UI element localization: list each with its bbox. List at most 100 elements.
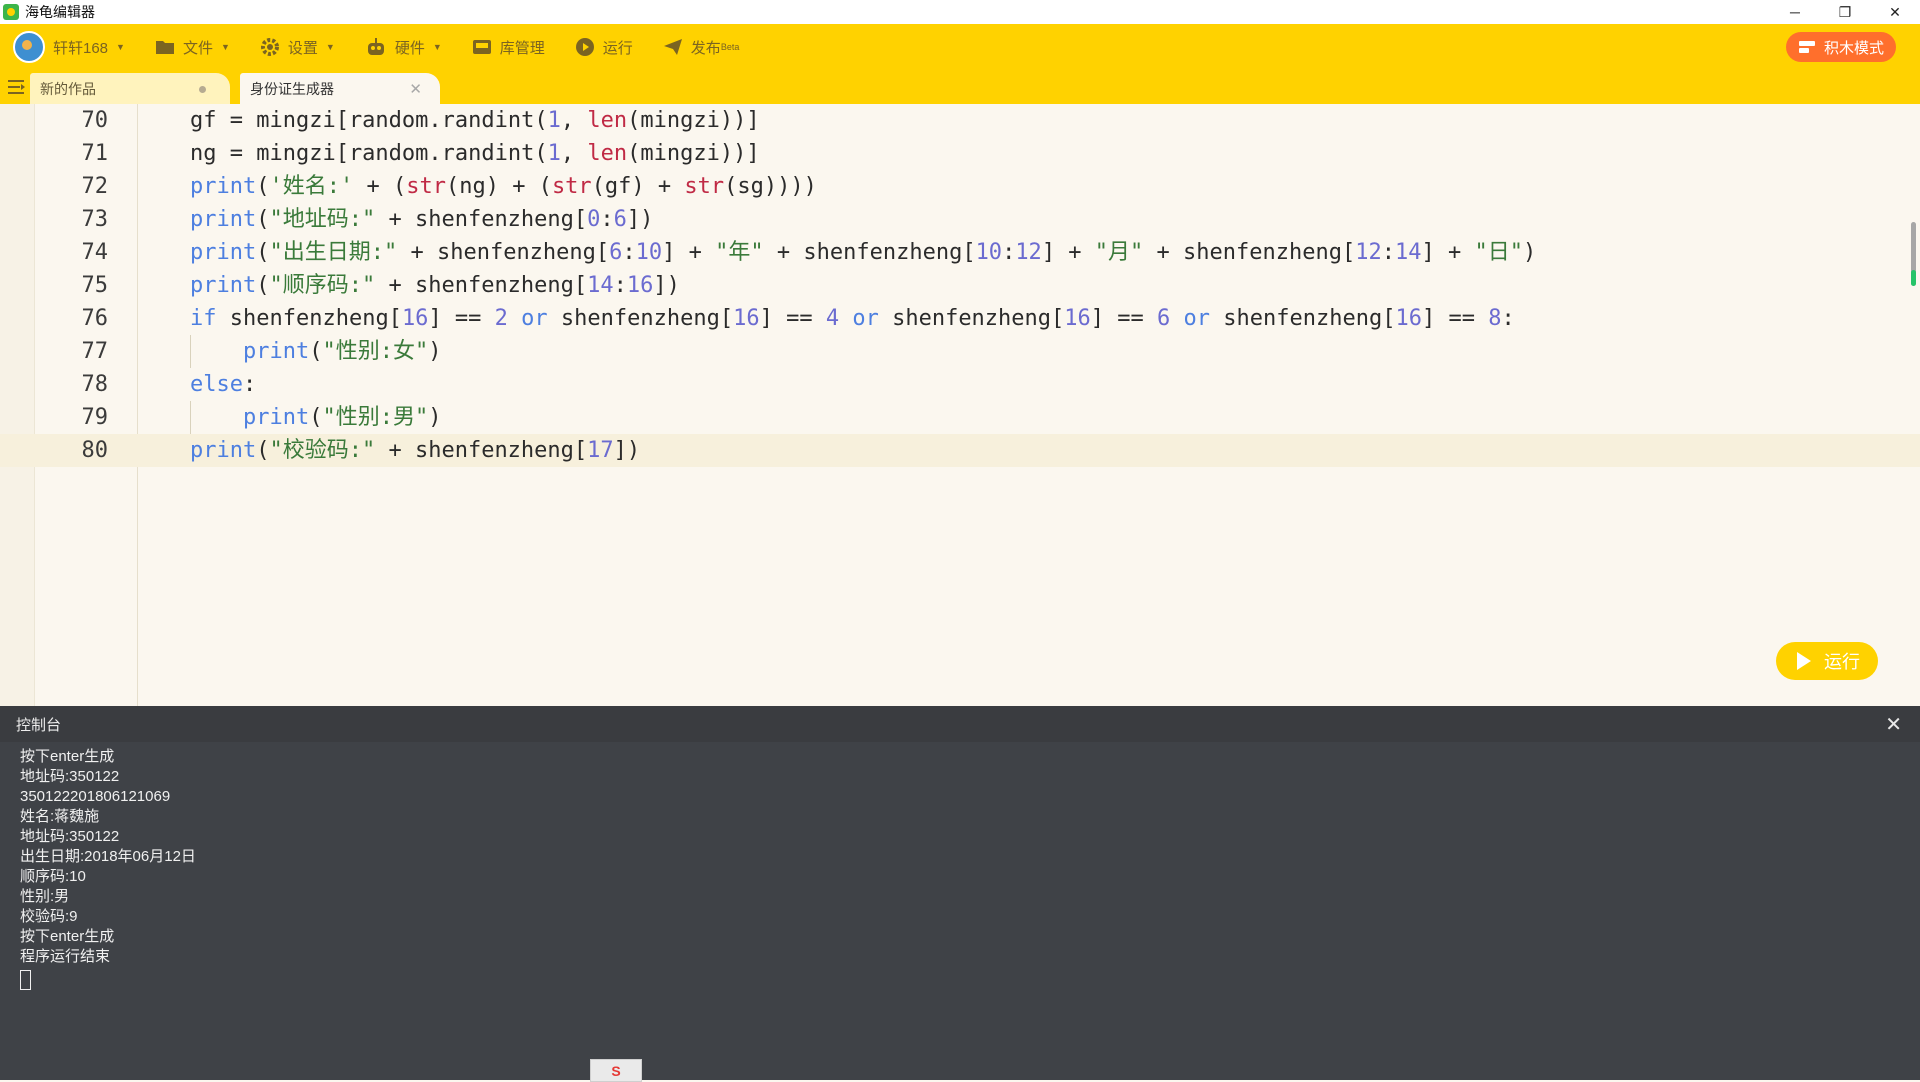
code-text: else:	[190, 372, 257, 397]
console-line: 顺序码:10	[20, 868, 86, 885]
unsaved-dot-icon	[199, 86, 206, 93]
console-line: 地址码:350122	[20, 828, 120, 845]
line-number: 70	[81, 108, 109, 133]
code-line[interactable]: 78 else:	[0, 368, 1920, 401]
line-number: 72	[81, 174, 109, 199]
code-line[interactable]: 76 if shenfenzheng[16] == 2 or shenfenzh…	[0, 302, 1920, 335]
restore-button[interactable]: ❐	[1820, 0, 1870, 24]
play-circle-icon	[575, 38, 594, 56]
console-line: 程序运行结束	[20, 948, 111, 965]
ime-toolbar[interactable]: S	[590, 1059, 642, 1082]
block-mode-label: 积木模式	[1823, 39, 1884, 57]
avatar	[13, 31, 45, 63]
close-icon[interactable]: ✕	[1885, 712, 1902, 737]
ime-label: S	[611, 1062, 621, 1079]
library-button[interactable]: 库管理	[472, 37, 545, 58]
hardware-menu-label: 硬件	[394, 39, 425, 57]
code-line[interactable]: 75 print("顺序码:" + shenfenzheng[14:16])	[0, 269, 1920, 302]
user-menu[interactable]: 轩轩168 ▼	[0, 31, 125, 63]
code-text: print("顺序码:" + shenfenzheng[14:16])	[190, 273, 680, 298]
code-text: print("校验码:" + shenfenzheng[17])	[190, 438, 641, 463]
code-line[interactable]: 79 print("性别:男")	[0, 401, 1920, 434]
hardware-menu[interactable]: 硬件 ▼	[365, 37, 442, 58]
main-toolbar: 轩轩168 ▼ 文件 ▼ 设置 ▼ 硬件 ▼ 库管理 运行 发布 Beta 积木…	[0, 24, 1920, 70]
chevron-down-icon: ▼	[325, 42, 335, 52]
code-text: if shenfenzheng[16] == 2 or shenfenzheng…	[190, 306, 1515, 331]
tab-bar: 新的作品 身份证生成器 ✕	[0, 70, 1920, 104]
code-line-active[interactable]: 80 print("校验码:" + shenfenzheng[17])	[0, 434, 1920, 467]
code-text: print('姓名:' + (str(ng) + (str(gf) + str(…	[190, 174, 817, 199]
line-number: 75	[81, 273, 109, 298]
console-header: 控制台 ✕	[0, 706, 1920, 742]
run-menu-button[interactable]: 运行	[575, 37, 633, 58]
console-lines: 按下enter生成 地址码:350122 350122201806121069 …	[20, 747, 196, 990]
console-line: 按下enter生成	[20, 928, 115, 945]
console-line: 地址码:350122	[20, 768, 120, 785]
line-number: 77	[81, 339, 109, 364]
line-number: 80	[81, 438, 109, 463]
run-button[interactable]: 运行	[1776, 642, 1878, 680]
settings-menu[interactable]: 设置 ▼	[260, 37, 335, 58]
console-input-cursor[interactable]	[20, 970, 31, 990]
minimize-button[interactable]: ─	[1770, 0, 1820, 24]
block-mode-button[interactable]: 积木模式	[1785, 32, 1896, 62]
console-line: 校验码:9	[20, 908, 78, 925]
run-menu-label: 运行	[602, 39, 633, 57]
tab-new-work[interactable]: 新的作品	[30, 73, 230, 104]
folder-icon	[155, 41, 174, 54]
code-text: print("性别:女")	[242, 339, 442, 364]
publish-button[interactable]: 发布 Beta	[663, 37, 740, 58]
line-number: 71	[81, 141, 109, 166]
blocks-icon	[1798, 41, 1815, 53]
console-line: 姓名:蒋魏施	[20, 808, 100, 825]
window-controls: ─ ❐ ✕	[1770, 0, 1920, 24]
gear-icon	[260, 38, 279, 56]
line-number: 79	[81, 405, 109, 430]
tab-label: 新的作品	[40, 80, 96, 97]
console-title: 控制台	[16, 716, 62, 734]
app-logo-icon	[3, 4, 19, 20]
code-line[interactable]: 72 print('姓名:' + (str(ng) + (str(gf) + s…	[0, 170, 1920, 203]
code-text: print("性别:男")	[242, 405, 442, 430]
line-number: 78	[81, 372, 109, 397]
console-line: 出生日期:2018年06月12日	[20, 848, 196, 865]
line-number: 76	[81, 306, 109, 331]
publish-label: 发布	[690, 39, 721, 57]
file-menu-label: 文件	[182, 39, 213, 57]
chevron-down-icon: ▼	[220, 42, 230, 52]
code-line[interactable]: 74 print("出生日期:" + shenfenzheng[6:10] + …	[0, 236, 1920, 269]
code-line[interactable]: 70 gf = mingzi[random.randint(1, len(min…	[0, 104, 1920, 137]
close-icon[interactable]: ✕	[409, 80, 422, 98]
console-line: 性别:男	[20, 888, 70, 905]
line-number: 73	[81, 207, 109, 232]
run-button-label: 运行	[1824, 652, 1860, 672]
library-icon	[472, 40, 491, 54]
code-line[interactable]: 73 print("地址码:" + shenfenzheng[0:6])	[0, 203, 1920, 236]
play-icon	[1797, 652, 1811, 670]
code-line[interactable]: 77 print("性别:女")	[0, 335, 1920, 368]
code-text: print("出生日期:" + shenfenzheng[6:10] + "年"…	[190, 240, 1537, 265]
tab-id-generator[interactable]: 身份证生成器 ✕	[240, 73, 440, 104]
title-bar: 海龟编辑器 ─ ❐ ✕	[0, 0, 1920, 24]
console-line: 350122201806121069	[20, 788, 171, 805]
window-title: 海龟编辑器	[25, 4, 95, 20]
settings-menu-label: 设置	[287, 39, 318, 57]
chevron-down-icon: ▼	[432, 42, 442, 52]
code-line[interactable]: 71 ng = mingzi[random.randint(1, len(min…	[0, 137, 1920, 170]
user-name: 轩轩168	[53, 39, 109, 57]
code-text: ng = mingzi[random.randint(1, len(mingzi…	[190, 141, 760, 166]
code-text: print("地址码:" + shenfenzheng[0:6])	[190, 207, 654, 232]
console-output[interactable]: 按下enter生成 地址码:350122 350122201806121069 …	[0, 742, 1920, 1080]
indent-guide	[190, 335, 191, 368]
chevron-down-icon: ▼	[116, 42, 125, 52]
file-menu[interactable]: 文件 ▼	[155, 37, 230, 58]
console-line: 按下enter生成	[20, 748, 115, 765]
close-window-button[interactable]: ✕	[1870, 0, 1920, 24]
menu-icon[interactable]	[8, 79, 26, 95]
code-editor[interactable]: 70 gf = mingzi[random.randint(1, len(min…	[0, 104, 1920, 706]
indent-guide	[190, 401, 191, 434]
scrollbar-marker	[1911, 270, 1916, 286]
tab-label: 身份证生成器	[250, 80, 334, 97]
beta-badge: Beta	[720, 42, 740, 52]
line-number: 74	[81, 240, 109, 265]
